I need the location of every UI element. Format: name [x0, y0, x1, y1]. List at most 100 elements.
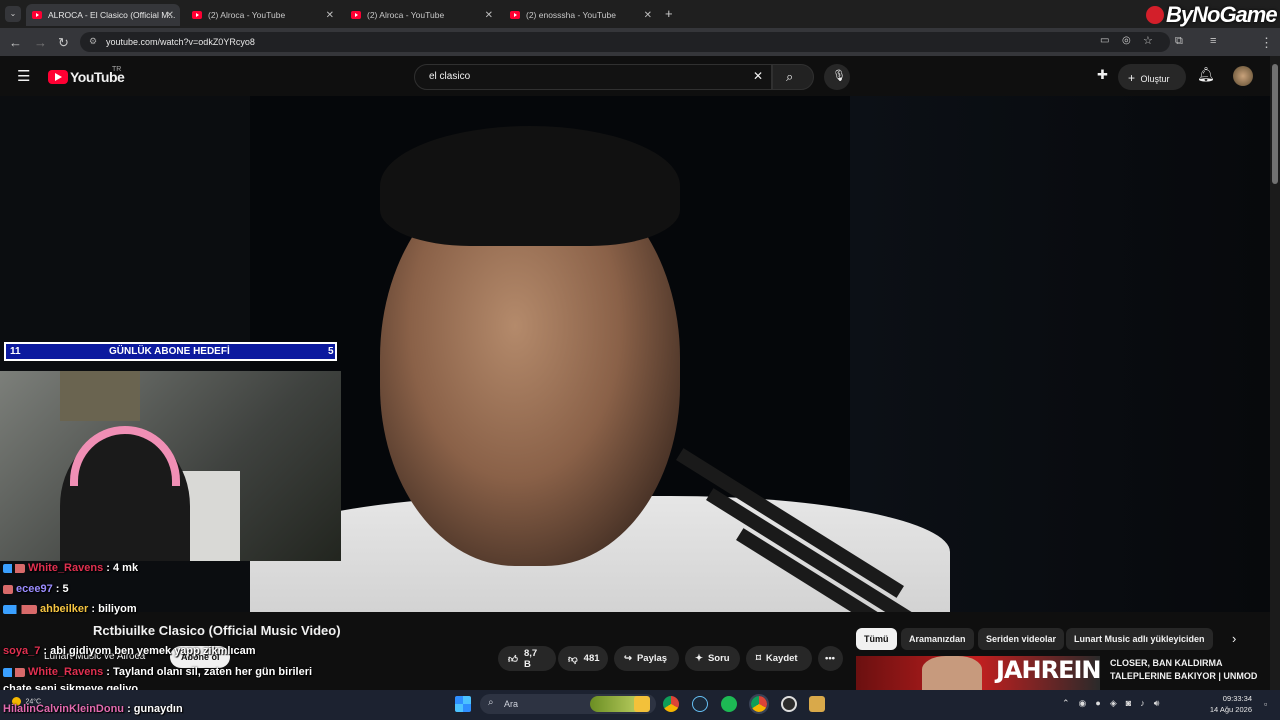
browser-tab-bar: ⌄ ALROCA - El Clasico (Official M... ✕ (…	[0, 0, 1280, 28]
recommended-video-thumbnail[interactable]: JAHREIN	[856, 656, 1100, 690]
eye-off-icon[interactable]: ◎	[1122, 35, 1131, 46]
chrome-active-icon[interactable]	[749, 694, 769, 714]
video-title: Rctbiuilke Clasico (Official Music Video…	[93, 623, 341, 638]
system-tray-icons[interactable]: ⌃◉●◈◙♪🔊︎	[1062, 698, 1168, 709]
browser-toolbar: ← → ↻ ⚙ youtube.com/watch?v=odkZ0YRcyo8 …	[0, 28, 1280, 76]
thumbs-up-icon: 👍︎	[508, 653, 518, 665]
bynogame-mark-icon	[1146, 6, 1164, 24]
chat-username: ecee97	[16, 583, 53, 595]
bookmark-icon: ⌑	[756, 653, 761, 664]
tab-title: (2) enosssha - YouTube	[526, 10, 616, 20]
chat-text: biliyom	[98, 603, 137, 615]
share-label: Paylaş	[636, 653, 668, 664]
reload-icon[interactable]: ↻	[58, 35, 69, 51]
new-tab-icon[interactable]: +	[665, 6, 673, 21]
browser-tab[interactable]: (2) Alroca - YouTube ✕	[186, 4, 340, 26]
site-info-icon[interactable]: ⚙	[89, 36, 97, 47]
install-app-icon[interactable]: ▭	[1100, 35, 1109, 46]
search-button[interactable]: ⌕	[772, 64, 814, 90]
voice-search-button[interactable]: 🎙︎	[824, 64, 850, 90]
chip-from-uploader[interactable]: Lunart Music adlı yükleyiciden	[1066, 628, 1213, 650]
obs-icon[interactable]	[781, 696, 797, 712]
chip-from-search[interactable]: Aramanızdan	[901, 628, 974, 650]
dislike-button[interactable]: 👎︎ 481	[558, 646, 608, 671]
chat-text: Tayland olanı sil, zaten her gün biriler…	[112, 666, 313, 678]
file-explorer-icon[interactable]	[634, 696, 650, 712]
hamburger-menu-icon[interactable]: ☰	[17, 67, 30, 85]
search-input[interactable]: el clasico ✕	[414, 64, 772, 90]
close-tab-icon[interactable]: ✕	[644, 10, 652, 21]
share-arrow-icon: ↪	[624, 653, 632, 664]
browser-menu-icon[interactable]: ⋮	[1260, 35, 1273, 51]
search-icon: ⌕	[488, 697, 494, 708]
ask-label: Soru	[707, 653, 730, 664]
windows-start-icon[interactable]	[455, 696, 471, 712]
notifications-bell-icon[interactable]: 🔔︎	[1197, 66, 1215, 83]
youtube-favicon-icon	[510, 11, 520, 19]
clock-date[interactable]: 14 Ağu 2026	[1196, 705, 1252, 714]
browser-tab[interactable]: (2) enosssha - YouTube ✕	[504, 4, 658, 26]
goal-current: 11	[10, 346, 21, 357]
browser-tab[interactable]: (2) Alroca - YouTube ✕	[345, 4, 499, 26]
back-arrow-icon[interactable]: ←	[9, 35, 22, 50]
clear-search-icon[interactable]: ✕	[753, 69, 763, 83]
video-frame-hair	[380, 126, 680, 246]
youtube-favicon-icon	[32, 11, 42, 19]
chat-message: White_Ravens : Tayland olanı sil, zaten …	[3, 666, 312, 678]
chrome-icon[interactable]	[663, 696, 679, 712]
forward-arrow-icon[interactable]: →	[34, 35, 47, 50]
tab-title: (2) Alroca - YouTube	[208, 10, 286, 20]
chat-message: HilalinCalvinKleinDonu : gunaydın	[3, 703, 183, 715]
chat-text: 5	[62, 583, 69, 595]
spotify-icon[interactable]	[721, 696, 737, 712]
close-tab-icon[interactable]: ✕	[166, 10, 174, 21]
create-video-icon[interactable]: ✚	[1097, 67, 1108, 83]
youtube-logo-icon[interactable]	[48, 70, 68, 84]
media-controls-icon[interactable]: ≡	[1210, 35, 1216, 47]
bynogame-logo: ByNoGame	[1146, 2, 1278, 28]
close-tab-icon[interactable]: ✕	[326, 10, 334, 21]
taskbar-search-input[interactable]: ⌕ Ara	[480, 694, 656, 714]
ask-button[interactable]: ✦ Soru	[685, 646, 740, 671]
chat-text: gunaydın	[133, 703, 183, 715]
chips-next-chevron-icon[interactable]: ›	[1232, 631, 1236, 646]
chat-message: ahbeilker : biliyom	[3, 603, 137, 615]
taskbar-search-placeholder: Ara	[504, 699, 519, 709]
chat-badges-icon	[3, 604, 37, 614]
chat-text: abi gidiyom ben yemek yapp zikmlıcam	[50, 645, 256, 657]
bookmark-star-icon[interactable]: ☆	[1143, 34, 1153, 47]
chat-badges-icon	[3, 667, 25, 677]
thumbnail-text: JAHREIN	[996, 656, 1100, 684]
tab-list-dropdown[interactable]: ⌄	[5, 6, 21, 22]
chat-message: ecee97 : 5	[3, 583, 69, 595]
chat-message: soya_7 : abi gidiyom ben yemek yapp zikm…	[3, 645, 256, 657]
thumbnail-face	[922, 656, 982, 690]
like-button[interactable]: 👍︎ 8,7 B	[498, 646, 556, 671]
address-bar[interactable]: ⚙ youtube.com/watch?v=odkZ0YRcyo8 ▭ ◎ ☆	[80, 32, 1170, 52]
goal-label: GÜNLÜK ABONE HEDEFİ	[109, 346, 230, 357]
extensions-icon[interactable]: ⧉	[1175, 35, 1183, 48]
search-query: el clasico	[429, 71, 471, 82]
chat-username: HilalinCalvinKleinDonu	[3, 703, 125, 715]
subscriber-goal-bar: 11 GÜNLÜK ABONE HEDEFİ 5	[4, 342, 337, 361]
scrollbar-thumb[interactable]	[1272, 64, 1278, 184]
chip-series-videos[interactable]: Seriden videolar	[978, 628, 1065, 650]
create-button[interactable]: + Oluştur	[1118, 64, 1186, 90]
page-scrollbar[interactable]	[1270, 56, 1280, 690]
clock-time[interactable]: 09:33:34	[1200, 694, 1252, 703]
youtube-favicon-icon	[192, 11, 202, 19]
goal-target: 5	[328, 346, 334, 357]
notification-center-icon[interactable]: ▫	[1264, 699, 1267, 709]
browser-tab[interactable]: ALROCA - El Clasico (Official M... ✕	[26, 4, 180, 26]
share-button[interactable]: ↪ Paylaş	[614, 646, 679, 671]
close-tab-icon[interactable]: ✕	[485, 10, 493, 21]
chip-all[interactable]: Tümü	[856, 628, 897, 650]
account-avatar[interactable]	[1233, 66, 1253, 86]
like-count: 8,7 B	[523, 647, 538, 670]
more-actions-button[interactable]: •••	[818, 646, 843, 671]
save-button[interactable]: ⌑ Kaydet	[746, 646, 812, 671]
steam-icon[interactable]	[692, 696, 708, 712]
chat-username: ahbeilker	[40, 603, 89, 615]
app-icon[interactable]	[809, 696, 825, 712]
recommended-video-title[interactable]: CLOSER, BAN KALDIRMA TALEPLERINE BAKIYOR…	[1110, 657, 1270, 683]
